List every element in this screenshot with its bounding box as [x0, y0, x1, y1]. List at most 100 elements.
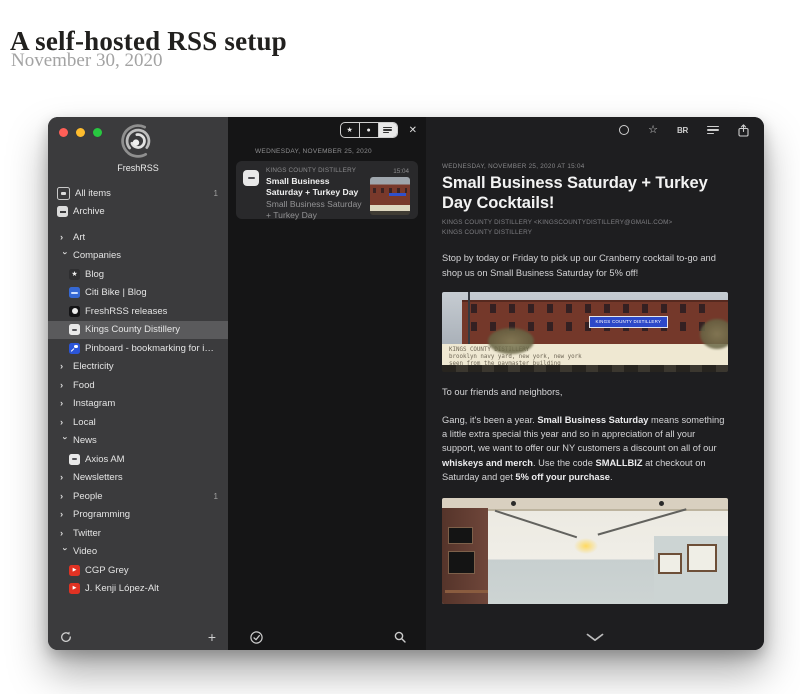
section-gap: [48, 221, 228, 228]
list-item-title: Small Business Saturday + Turkey Day Coc…: [266, 176, 368, 198]
sidebar-item-archive[interactable]: Archive: [48, 203, 228, 222]
sidebar-feed-cgp-grey[interactable]: ▶ CGP Grey: [48, 561, 228, 580]
app-window: FreshRSS All items 1 Archive › Art › Com…: [48, 117, 764, 650]
chalkboard: [448, 527, 473, 544]
app-name-label: FreshRSS: [48, 163, 228, 173]
bionic-reading-icon[interactable]: BR: [677, 126, 688, 135]
list-bottom-bar: [228, 624, 426, 650]
default-favicon: [69, 454, 80, 465]
sidebar-feed-citi-bike[interactable]: Citi Bike | Blog: [48, 284, 228, 303]
sidebar-folder-instagram[interactable]: › Instagram: [48, 395, 228, 414]
thumbnail-sign: [389, 193, 406, 196]
default-favicon: [69, 324, 80, 335]
sidebar-folder-companies[interactable]: › Companies: [48, 247, 228, 266]
sidebar-folder-programming[interactable]: › Programming: [48, 506, 228, 525]
sidebar-feed-blog[interactable]: ★ Blog: [48, 265, 228, 284]
chevron-right-icon: ›: [60, 509, 70, 520]
article-toolbar: ☆ BR: [619, 117, 764, 143]
mark-unread-icon[interactable]: [619, 125, 629, 135]
list-item-preview: Small Business Saturday + Turkey Day Coc…: [266, 199, 368, 221]
add-subscription-button[interactable]: +: [208, 630, 216, 644]
track-light: [598, 508, 686, 535]
filter-segmented-control: ★ ●: [340, 122, 398, 138]
sidebar-feed-pinboard[interactable]: Pinboard - bookmarking for introverts: [48, 339, 228, 358]
sidebar-folder-electricity[interactable]: › Electricity: [48, 358, 228, 377]
article-list-item[interactable]: KINGS COUNTY DISTILLERY 15:04 Small Busi…: [236, 161, 418, 219]
chevron-right-icon: ›: [60, 380, 70, 391]
minimize-window-button[interactable]: [76, 128, 85, 137]
sidebar-folder-local[interactable]: › Local: [48, 413, 228, 432]
article-pane: ☆ BR WEDNESDAY, NOVEMBER 25, 2020 AT 15:…: [426, 117, 764, 650]
unread-count: 1: [214, 189, 218, 198]
page-date: November 30, 2020: [11, 50, 162, 72]
chalkboard: [448, 551, 476, 574]
zoom-window-button[interactable]: [93, 128, 102, 137]
sidebar-feed-kenji-lopez-alt[interactable]: ▶ J. Kenji López-Alt: [48, 580, 228, 599]
sidebar-item-all-items[interactable]: All items 1: [48, 184, 228, 203]
scroll-down-button[interactable]: [586, 633, 604, 642]
sidebar-folder-art[interactable]: › Art: [48, 228, 228, 247]
sidebar-folder-video[interactable]: › Video: [48, 543, 228, 562]
search-button[interactable]: [394, 631, 406, 643]
sidebar-folder-news[interactable]: › News: [48, 432, 228, 451]
photo-caption-band: KINGS COUNTY DISTILLERY brooklyn navy ya…: [442, 344, 728, 365]
star-article-icon[interactable]: ☆: [648, 125, 658, 136]
list-item-time: 15:04: [393, 168, 409, 175]
list-lines-icon: [383, 127, 392, 134]
list-item-thumbnail: [370, 177, 410, 215]
article-feed-name: KINGS COUNTY DISTILLERY: [442, 228, 728, 238]
article-paragraph: To our friends and neighbors,: [442, 385, 728, 399]
github-favicon: [69, 306, 80, 317]
youtube-icon: ▶: [69, 583, 80, 594]
sidebar-feed-axios-am[interactable]: Axios AM: [48, 450, 228, 469]
chevron-right-icon: ›: [60, 232, 70, 243]
list-item-feed-name: KINGS COUNTY DISTILLERY: [266, 167, 366, 174]
caption-line: brooklyn navy yard, new york, new york: [449, 354, 721, 361]
youtube-icon: ▶: [69, 565, 80, 576]
reader-view-icon[interactable]: [707, 126, 719, 135]
freshrss-logo-icon: [118, 124, 158, 158]
article-list-pane: ★ ● ✕ WEDNESDAY, NOVEMBER 25, 2020 KINGS…: [228, 117, 426, 650]
ceiling-light: [574, 538, 598, 554]
filter-all-segment[interactable]: [379, 123, 397, 137]
article-photo-interior: [442, 498, 728, 604]
chevron-right-icon: ›: [60, 491, 70, 502]
filter-starred-segment[interactable]: ★: [341, 123, 360, 137]
archive-icon: [57, 206, 68, 217]
building-windows: [471, 304, 717, 313]
beam-knob: [659, 501, 664, 506]
article-title: Small Business Saturday + Turkey Day Coc…: [442, 173, 728, 213]
chevron-right-icon: ›: [60, 528, 70, 539]
feed-favicon: [243, 170, 259, 186]
article-content: WEDNESDAY, NOVEMBER 25, 2020 AT 15:04 Sm…: [426, 117, 764, 624]
list-filter-bar: ★ ● ✕: [228, 117, 426, 143]
sidebar-folder-food[interactable]: › Food: [48, 376, 228, 395]
caption-line: KINGS COUNTY DISTILLERY: [449, 347, 721, 354]
app-logo: FreshRSS: [48, 117, 228, 173]
share-icon[interactable]: [738, 124, 749, 137]
shelf: [445, 590, 488, 593]
article-bottom-bar: [426, 624, 764, 650]
unread-count: 1: [214, 492, 218, 501]
filter-unread-segment[interactable]: ●: [360, 123, 379, 137]
close-window-button[interactable]: [59, 128, 68, 137]
refresh-button[interactable]: [60, 631, 72, 643]
building-photo: KINGS COUNTY DISTILLERY: [442, 292, 728, 344]
distillery-sign: KINGS COUNTY DISTILLERY: [589, 316, 668, 328]
close-list-icon[interactable]: ✕: [409, 125, 417, 136]
sidebar-folder-newsletters[interactable]: › Newsletters: [48, 469, 228, 488]
citibike-favicon: [69, 287, 80, 298]
photo-ground-strip: [442, 365, 728, 372]
article-photo-building: KINGS COUNTY DISTILLERY KINGS COUNTY DIS…: [442, 292, 728, 372]
article-paragraph: Gang, it's been a year. Small Business S…: [442, 413, 728, 485]
sidebar-footer: +: [48, 624, 228, 650]
sidebar-feed-freshrss-releases[interactable]: FreshRSS releases: [48, 302, 228, 321]
picture-frame: [687, 544, 717, 571]
sidebar-folder-people[interactable]: › People 1: [48, 487, 228, 506]
star-feed-icon: ★: [69, 269, 80, 280]
sidebar-feed-kings-county-distillery[interactable]: Kings County Distillery: [48, 321, 228, 340]
sidebar-folder-twitter[interactable]: › Twitter: [48, 524, 228, 543]
mark-all-read-button[interactable]: [250, 631, 263, 644]
light-pole: [468, 292, 470, 344]
chevron-down-icon: ›: [60, 437, 71, 447]
